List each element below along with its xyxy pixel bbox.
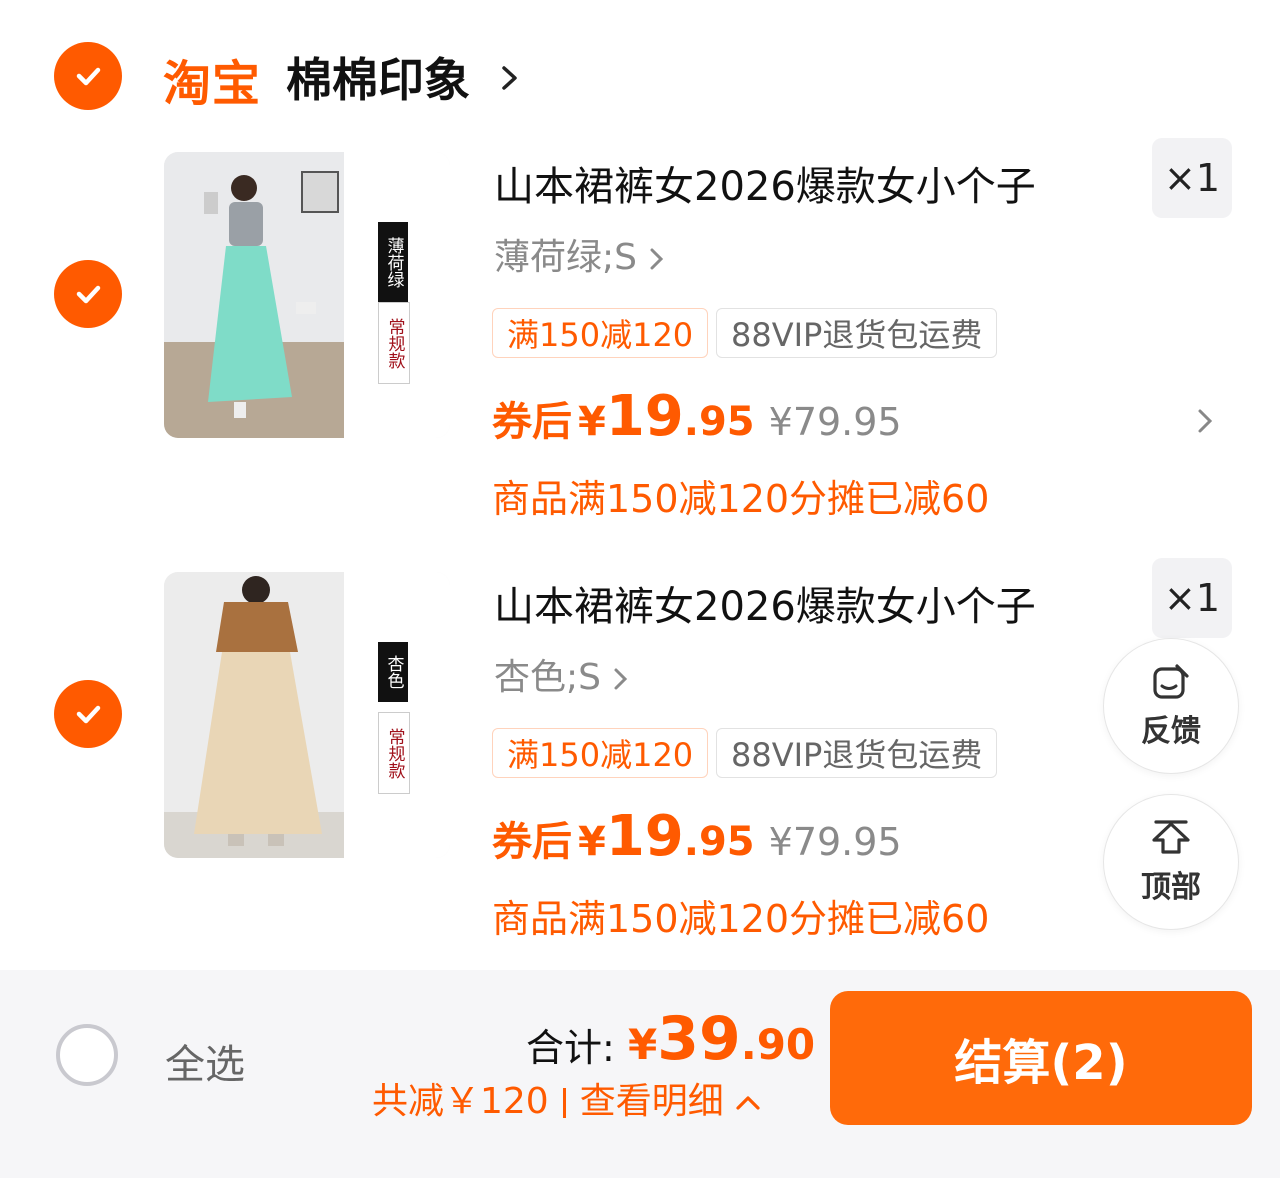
thumb-color-tag: 薄荷绿	[378, 222, 408, 302]
feedback-button[interactable]: 反馈	[1103, 638, 1239, 774]
chevron-right-icon[interactable]	[1196, 406, 1214, 436]
total-integer: 39	[657, 1004, 741, 1074]
vip-tag: 88VIP退货包运费	[716, 308, 998, 358]
promo-tag: 满150减120	[492, 308, 709, 358]
savings-row[interactable]: 共减￥120 查看明细	[372, 1072, 762, 1124]
item-select-checkbox[interactable]	[54, 260, 122, 328]
thumb-side-panel: 薄荷绿 常规款	[344, 152, 450, 438]
select-all-checkbox[interactable]	[56, 1024, 118, 1086]
total-decimal: .90	[740, 1020, 816, 1069]
price-decimal: .95	[683, 399, 755, 445]
sku-selector[interactable]: 薄荷绿;S	[494, 228, 665, 280]
check-icon	[76, 67, 101, 86]
price-currency: ¥	[578, 819, 606, 865]
divider	[562, 1088, 566, 1118]
discount-note: 商品满150减120分摊已减60	[492, 897, 990, 941]
total-currency: ¥	[628, 1020, 658, 1069]
vip-tag: 88VIP退货包运费	[716, 728, 998, 778]
total-price: ¥39.90	[628, 1004, 815, 1074]
savings-text: 共减￥120	[372, 1081, 549, 1122]
back-to-top-label: 顶部	[1141, 870, 1201, 905]
price-integer: 19	[605, 384, 684, 449]
shop-name[interactable]: 棉棉印象	[286, 44, 470, 110]
chevron-right-icon[interactable]	[498, 58, 522, 98]
original-price: ¥79.95	[768, 400, 902, 444]
sku-selector[interactable]: 杏色;S	[494, 648, 629, 700]
shop-select-checkbox[interactable]	[54, 42, 122, 110]
price-row: 券后 ¥19.95 ¥79.95	[492, 384, 902, 449]
thumb-style-tag: 常规款	[378, 712, 410, 794]
promo-tag: 满150减120	[492, 728, 709, 778]
item-select-checkbox[interactable]	[54, 680, 122, 748]
price-integer: 19	[605, 804, 684, 869]
quantity-selector[interactable]: ×1	[1152, 138, 1232, 218]
chevron-up-icon	[736, 1096, 760, 1110]
product-title[interactable]: 山本裙裤女2026爆款女小个子	[494, 574, 1036, 632]
select-all-label[interactable]: 全选	[165, 1032, 245, 1090]
product-image[interactable]: 杏色 常规款	[164, 572, 450, 858]
thumb-color-tag: 杏色	[378, 642, 408, 702]
original-price: ¥79.95	[768, 820, 902, 864]
chevron-right-icon	[650, 248, 664, 270]
checkout-button[interactable]: 结算(2)	[830, 991, 1252, 1125]
discount-note: 商品满150减120分摊已减60	[492, 477, 990, 521]
sku-label: 杏色;S	[494, 657, 601, 698]
total-label: 合计:	[526, 1026, 615, 1070]
sku-label: 薄荷绿;S	[494, 237, 637, 278]
price-row: 券后 ¥19.95 ¥79.95	[492, 804, 902, 869]
back-to-top-icon	[1152, 820, 1190, 854]
back-to-top-button[interactable]: 顶部	[1103, 794, 1239, 930]
check-icon	[76, 285, 101, 304]
price-decimal: .95	[683, 819, 755, 865]
check-icon	[76, 705, 101, 724]
coupon-price-label: 券后	[492, 399, 572, 445]
product-image[interactable]: 薄荷绿 常规款	[164, 152, 450, 438]
thumb-side-panel: 杏色 常规款	[344, 572, 450, 858]
feedback-icon	[1153, 664, 1189, 699]
product-photo	[164, 152, 344, 438]
product-title[interactable]: 山本裙裤女2026爆款女小个子	[494, 154, 1036, 212]
coupon-price-label: 券后	[492, 819, 572, 865]
quantity-selector[interactable]: ×1	[1152, 558, 1232, 638]
feedback-label: 反馈	[1141, 714, 1201, 749]
platform-brand: 淘宝	[163, 56, 262, 112]
chevron-right-icon	[614, 668, 628, 690]
price-currency: ¥	[578, 399, 606, 445]
product-photo	[164, 572, 344, 858]
view-details-link[interactable]: 查看明细	[580, 1081, 724, 1122]
thumb-style-tag: 常规款	[378, 302, 410, 384]
